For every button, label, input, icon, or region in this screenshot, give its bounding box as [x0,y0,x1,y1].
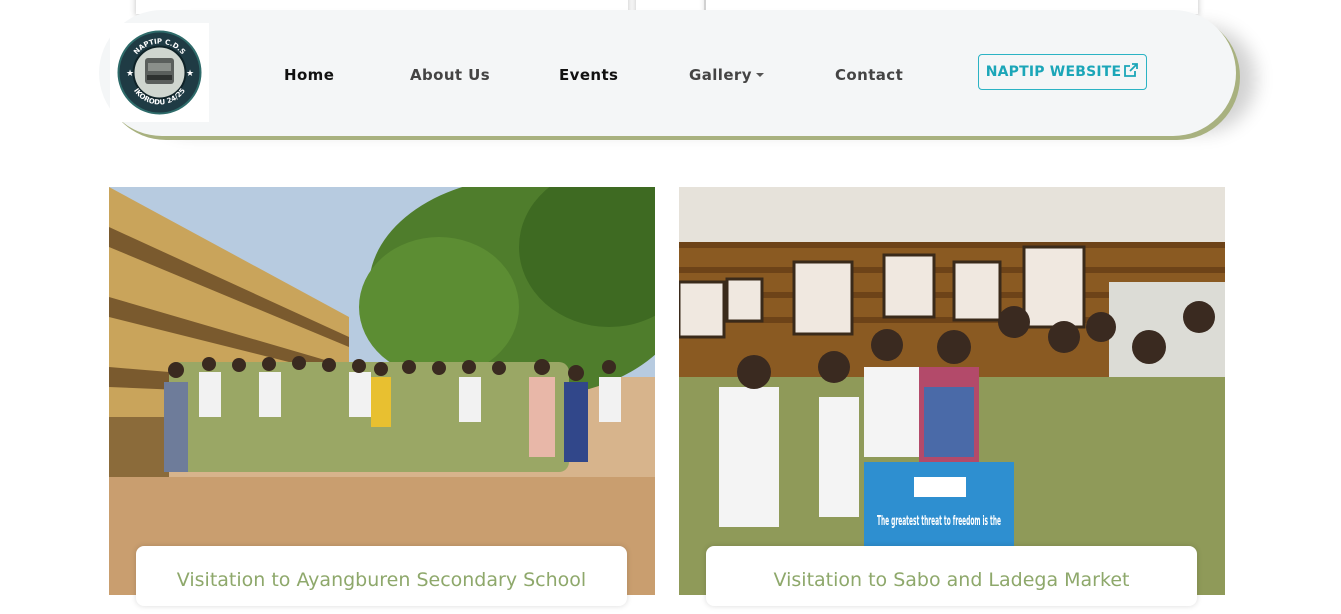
external-link-icon [1124,63,1139,77]
event-caption-ayangburen[interactable]: Visitation to Ayangburen Secondary Schoo… [136,546,627,606]
event-title: Visitation to Sabo and Ladega Market [773,569,1130,591]
event-photo-ayangburen[interactable] [109,187,655,595]
logo-container[interactable]: NAPTIP C.D.S IKORODU 24/25 ★ ★ [110,23,209,122]
nav-gallery-label: Gallery [689,66,752,84]
svg-text:★: ★ [126,69,134,79]
nav-gallery-dropdown[interactable]: Gallery [689,66,764,84]
nav-events-link[interactable]: Events [559,66,618,84]
event-title: Visitation to Ayangburen Secondary Schoo… [176,569,587,591]
event-photo-sabo-ladega[interactable]: The greatest threat to freedom is the [679,187,1225,595]
market-group-photo: The greatest threat to freedom is the [679,187,1225,595]
event-caption-sabo-ladega[interactable]: Visitation to Sabo and Ladega Market [706,546,1197,606]
naptip-website-label: NAPTIP WEBSITE [985,64,1122,80]
navbar: NAPTIP C.D.S IKORODU 24/25 ★ ★ Home Abou… [99,10,1236,136]
nav-about-us-link[interactable]: About Us [410,66,490,84]
nav-home-link[interactable]: Home [284,66,334,84]
naptip-cds-logo: NAPTIP C.D.S IKORODU 24/25 ★ ★ [117,30,202,115]
nav-contact-link[interactable]: Contact [835,66,903,84]
banner-text: The greatest threat to freedom is the [877,514,1001,529]
chevron-down-icon [755,73,764,77]
school-group-photo [109,187,655,595]
naptip-website-button[interactable]: NAPTIP WEBSITE [978,54,1147,90]
svg-text:★: ★ [186,69,194,79]
